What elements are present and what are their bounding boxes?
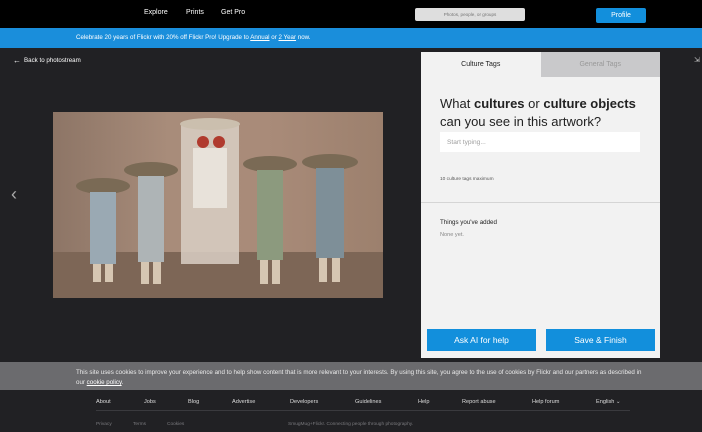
footer-terms[interactable]: Terms [133, 422, 146, 427]
two-year-link[interactable]: 2 Year [278, 34, 296, 41]
arrow-left-icon: ← [13, 56, 21, 65]
tab-culture-tags[interactable]: Culture Tags [421, 52, 541, 77]
promo-banner: Celebrate 20 years of Flickr with 20% of… [0, 28, 702, 48]
tab-general-tags[interactable]: General Tags [540, 52, 660, 77]
footer-developers[interactable]: Developers [290, 399, 318, 405]
footer-help[interactable]: Help [418, 399, 430, 405]
top-nav: Explore Prints Get Pro Profile [0, 0, 702, 28]
added-tags-heading: Things you've added [440, 219, 497, 226]
footer-guidelines[interactable]: Guidelines [355, 399, 381, 405]
footer-divider [96, 410, 630, 411]
footer: About Jobs Blog Advertise Developers Gui… [0, 390, 702, 432]
figures-illustration [76, 118, 358, 284]
footer-cookies[interactable]: Cookies [167, 422, 184, 427]
tags-question: What cultures or culture objects can you… [440, 96, 636, 129]
footer-privacy[interactable]: Privacy [96, 422, 112, 427]
profile-button[interactable]: Profile [596, 8, 646, 23]
footer-help-forum[interactable]: Help forum [532, 399, 559, 405]
promo-text: Celebrate 20 years of Flickr with 20% of… [76, 34, 311, 41]
photo-viewer: ← Back to photostream ‹ ⇲ Culture Tags G… [0, 48, 702, 362]
tag-limit-note: 10 culture tags maximum [440, 177, 494, 182]
panel-divider [421, 202, 660, 203]
annual-link[interactable]: Annual [250, 34, 269, 41]
footer-blog[interactable]: Blog [188, 399, 199, 405]
cookie-policy-link[interactable]: cookie policy [87, 379, 122, 386]
search-input[interactable] [415, 8, 525, 21]
cookie-notice: This site uses cookies to improve your e… [0, 362, 702, 390]
chevron-down-icon: ⌄ [615, 399, 621, 405]
footer-advertise[interactable]: Advertise [232, 399, 255, 405]
save-finish-button[interactable]: Save & Finish [546, 329, 655, 351]
expand-icon[interactable]: ⇲ [694, 56, 700, 64]
previous-photo-icon[interactable]: ‹ [11, 184, 17, 205]
cookie-text: This site uses cookies to improve your e… [76, 369, 642, 386]
footer-report-abuse[interactable]: Report abuse [462, 399, 496, 405]
nav-prints[interactable]: Prints [186, 9, 204, 16]
footer-jobs[interactable]: Jobs [144, 399, 156, 405]
language-selector[interactable]: English ⌄ [596, 399, 621, 405]
nav-get-pro[interactable]: Get Pro [221, 9, 245, 16]
culture-tag-input[interactable] [440, 132, 640, 152]
added-tags-empty: None yet. [440, 232, 464, 238]
nav-explore[interactable]: Explore [144, 9, 168, 16]
ask-ai-button[interactable]: Ask AI for help [427, 329, 536, 351]
culture-tags-panel: Culture Tags General Tags What cultures … [421, 52, 660, 358]
artwork-photo[interactable] [53, 112, 383, 298]
footer-about[interactable]: About [96, 399, 111, 405]
back-to-photostream-link[interactable]: ← Back to photostream [13, 56, 81, 65]
footer-tagline: SmugMug+Flickr. Connecting people throug… [288, 422, 414, 427]
